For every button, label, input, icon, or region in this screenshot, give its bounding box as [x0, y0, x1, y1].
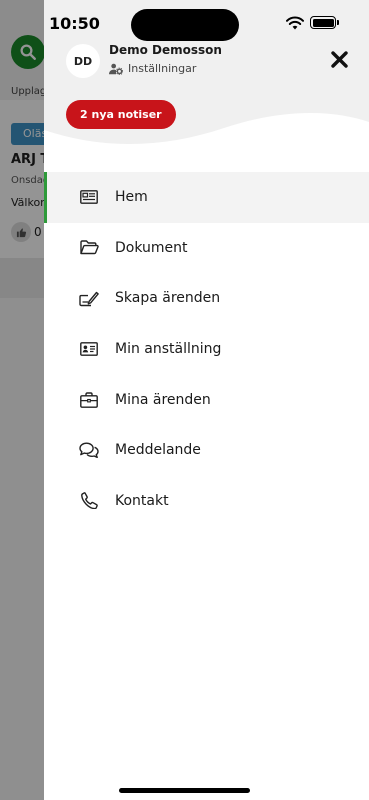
menu-label-mina-arenden: Mina ärenden [115, 391, 211, 408]
menu-item-meddelande[interactable]: Meddelande [44, 425, 369, 476]
menu-item-min-anstallning[interactable]: Min anställning [44, 324, 369, 375]
menu-item-dokument[interactable]: Dokument [44, 223, 369, 274]
phone-icon [79, 491, 99, 511]
folder-open-icon [79, 238, 99, 258]
dynamic-island [131, 9, 239, 41]
menu-item-skapa-arenden[interactable]: Skapa ärenden [44, 273, 369, 324]
id-card-icon [79, 339, 99, 359]
menu-item-hem[interactable]: Hem [44, 172, 369, 223]
wifi-icon [286, 16, 304, 30]
edit-form-icon [79, 288, 99, 308]
menu-item-mina-arenden[interactable]: Mina ärenden [44, 374, 369, 425]
close-drawer-button[interactable] [327, 47, 351, 71]
home-indicator[interactable] [119, 788, 250, 793]
menu-item-kontakt[interactable]: Kontakt [44, 476, 369, 527]
avatar[interactable]: DD [66, 44, 100, 78]
status-time: 10:50 [49, 14, 100, 33]
user-name: Demo Demosson [109, 43, 222, 57]
menu-label-hem: Hem [115, 189, 148, 206]
menu-label-skapa-arenden: Skapa ärenden [115, 290, 221, 307]
close-icon [330, 50, 348, 68]
notifications-badge[interactable]: 2 nya notiser [66, 100, 176, 129]
chat-bubbles-icon [79, 440, 99, 460]
drawer-menu: Hem Dokument Skapa ärenden Min anställni… [44, 172, 369, 526]
settings-label: Inställningar [128, 62, 197, 75]
menu-label-min-anstallning: Min anställning [115, 341, 222, 358]
battery-icon [310, 16, 336, 29]
briefcase-icon [79, 390, 99, 410]
settings-link[interactable]: Inställningar [109, 62, 196, 75]
user-settings-icon [109, 63, 123, 75]
menu-label-dokument: Dokument [115, 239, 188, 256]
newspaper-icon [79, 187, 99, 207]
menu-label-kontakt: Kontakt [115, 492, 169, 509]
battery-tip [337, 20, 339, 25]
menu-label-meddelande: Meddelande [115, 442, 201, 459]
